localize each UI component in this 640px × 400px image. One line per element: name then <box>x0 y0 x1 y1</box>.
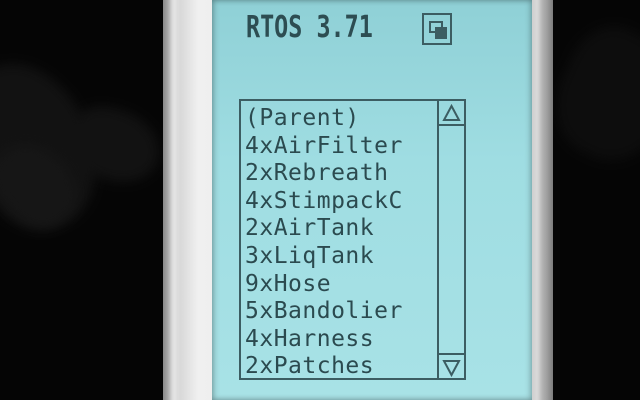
os-title: RTOS 3.71 <box>246 10 373 45</box>
scroll-up-button[interactable] <box>439 101 464 126</box>
game-scene: RTOS 3.71 (Parent) 4xAirFilter 2xRebreat… <box>0 0 640 400</box>
window-toggle-button[interactable] <box>422 13 452 45</box>
device-screen: RTOS 3.71 (Parent) 4xAirFilter 2xRebreat… <box>212 0 532 400</box>
list-item[interactable]: 3xLiqTank <box>245 243 435 271</box>
triangle-down-icon <box>442 360 461 378</box>
list-item[interactable]: 5xBandolier <box>245 298 435 326</box>
list-item[interactable]: 9xHose <box>245 271 435 299</box>
scroll-down-button[interactable] <box>439 353 464 378</box>
list-item[interactable]: 2xRebreath <box>245 160 435 188</box>
list-item-parent[interactable]: (Parent) <box>245 105 435 133</box>
scrollbar[interactable] <box>437 101 464 378</box>
inventory-list: (Parent) 4xAirFilter 2xRebreath 4xStimpa… <box>245 105 435 378</box>
list-item[interactable]: 4xAirFilter <box>245 133 435 161</box>
list-item[interactable]: 4xStimpackC <box>245 188 435 216</box>
list-item[interactable]: 4xHarness <box>245 326 435 354</box>
inventory-listbox[interactable]: (Parent) 4xAirFilter 2xRebreath 4xStimpa… <box>239 99 466 380</box>
list-item[interactable]: 2xAirTank <box>245 215 435 243</box>
background-shadow <box>537 12 640 178</box>
triangle-up-icon <box>442 103 461 121</box>
window-toggle-icon-fill <box>435 27 447 39</box>
list-item[interactable]: 2xPatches <box>245 353 435 378</box>
